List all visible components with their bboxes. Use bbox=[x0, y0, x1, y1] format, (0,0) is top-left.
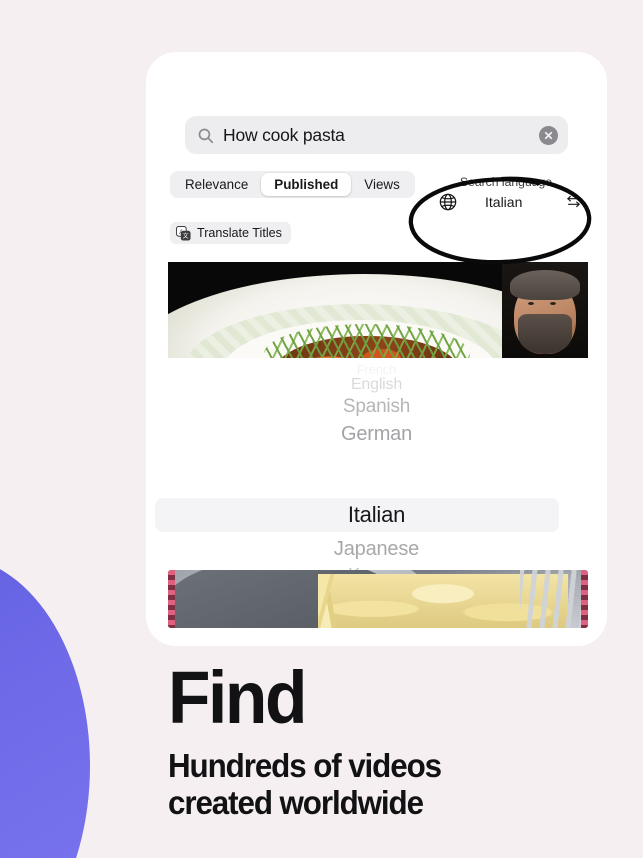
thumbnail-edge-right bbox=[581, 570, 588, 628]
headline-block: Find Hundreds of videos created worldwid… bbox=[168, 656, 455, 822]
sort-tab-published[interactable]: Published bbox=[261, 173, 352, 196]
chef-eye-left bbox=[528, 302, 534, 305]
search-language-control[interactable]: Search language Italian bbox=[426, 162, 586, 224]
app-card: How cook pasta Relevance Published Views… bbox=[146, 52, 607, 646]
headline-subtitle: Hundreds of videos created worldwide bbox=[168, 747, 442, 822]
screen: How cook pasta Relevance Published Views… bbox=[0, 0, 643, 858]
globe-icon bbox=[438, 192, 458, 212]
search-language-title: Search language bbox=[459, 174, 553, 189]
search-input[interactable]: How cook pasta bbox=[223, 125, 539, 146]
language-picker-wheel[interactable]: French English Spanish German Italian Ja… bbox=[146, 362, 607, 570]
search-language-value: Italian bbox=[485, 193, 523, 210]
chef-hair bbox=[510, 270, 580, 300]
picker-row-german[interactable]: German bbox=[146, 423, 607, 446]
translate-icon: A 文 bbox=[176, 225, 191, 241]
headline-subtitle-line-2: created worldwide bbox=[168, 784, 424, 822]
search-language-row[interactable]: Italian bbox=[426, 192, 586, 212]
sort-segmented-control[interactable]: Relevance Published Views bbox=[170, 171, 415, 198]
picker-row-japanese[interactable]: Japanese bbox=[146, 538, 607, 561]
pasta-plate-chef-thumbnail[interactable] bbox=[168, 262, 588, 358]
picker-row-english[interactable]: English bbox=[146, 376, 607, 394]
page-title: Find bbox=[168, 656, 307, 739]
headline-subtitle-line-1: Hundreds of videos bbox=[168, 747, 442, 785]
picker-row-spanish[interactable]: Spanish bbox=[146, 396, 607, 418]
translate-titles-label: Translate Titles bbox=[197, 226, 282, 240]
search-bar[interactable]: How cook pasta bbox=[185, 116, 568, 154]
clear-search-button[interactable] bbox=[539, 125, 558, 145]
picker-row-italian[interactable]: Italian bbox=[146, 502, 607, 528]
thumbnail-edge-left bbox=[168, 570, 175, 628]
chef-portrait bbox=[502, 262, 588, 358]
penne-pan-fork-thumbnail[interactable] bbox=[168, 570, 588, 628]
translate-titles-button[interactable]: A 文 Translate Titles bbox=[170, 222, 291, 244]
swap-arrows-icon[interactable] bbox=[565, 193, 582, 210]
chef-eye-right bbox=[550, 302, 556, 305]
sort-tab-views[interactable]: Views bbox=[351, 173, 412, 196]
fork-shape bbox=[520, 570, 588, 628]
search-icon bbox=[197, 127, 214, 144]
picker-row-french[interactable]: French bbox=[146, 362, 607, 377]
decorative-purple-blob bbox=[0, 556, 90, 858]
sort-tab-relevance[interactable]: Relevance bbox=[172, 173, 261, 196]
chef-beard bbox=[518, 314, 572, 354]
